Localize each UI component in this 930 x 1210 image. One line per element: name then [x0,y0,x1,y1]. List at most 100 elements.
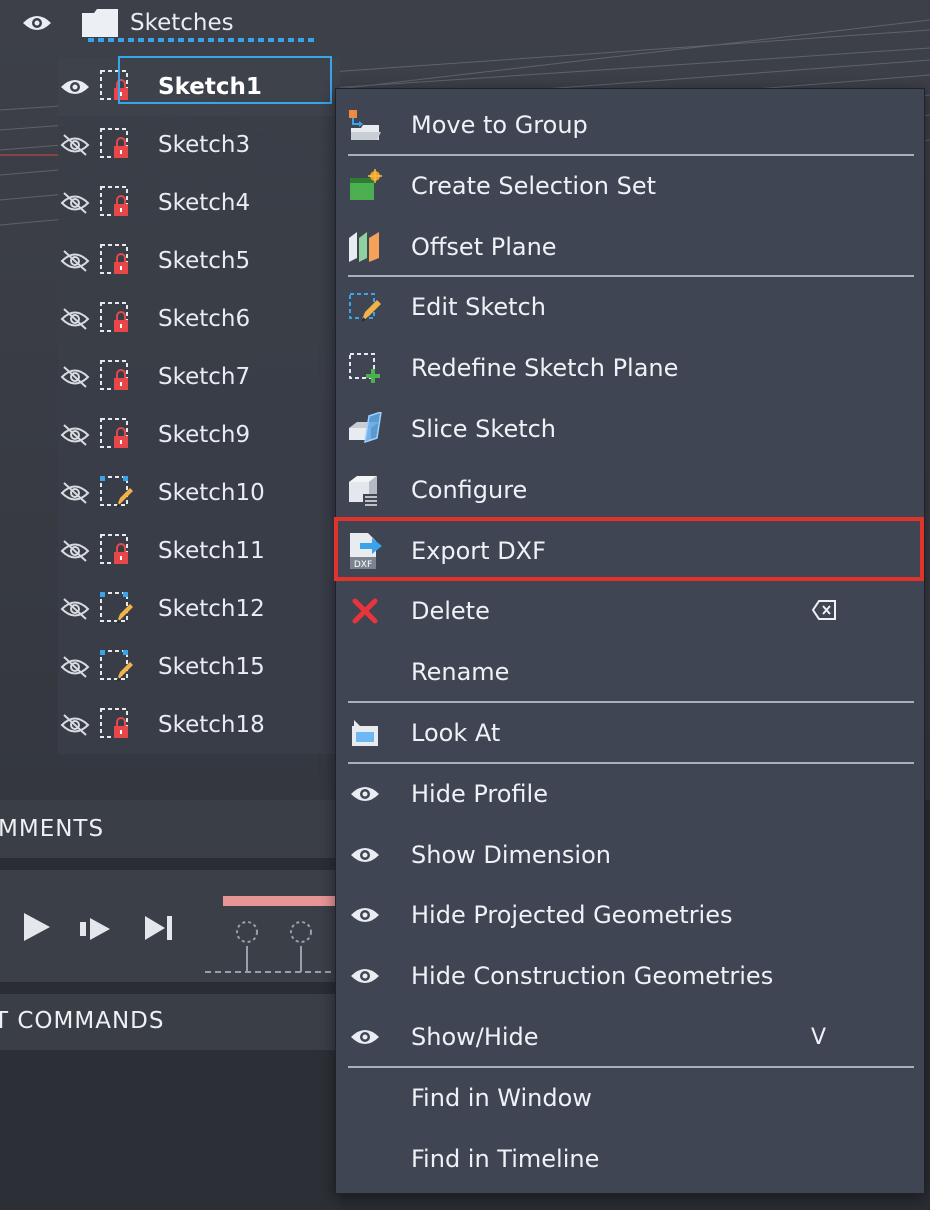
delete-x-icon [346,592,384,630]
folder-dashed-underline [88,38,318,42]
tree-item-sketch11[interactable]: Sketch11 [58,522,340,580]
folder-label: Sketches [130,10,234,36]
tree-item-sketch1[interactable]: Sketch1 [58,58,340,116]
eye-hidden-icon[interactable] [58,186,92,220]
tree-item-label: Sketch3 [158,132,251,158]
eye-icon [346,1018,384,1056]
tree-item-label: Sketch5 [158,248,251,274]
tree-item-label: Sketch6 [158,306,251,332]
comments-label: MMENTS [0,816,105,842]
menu-item-show-dimension[interactable]: Show Dimension [336,825,924,885]
sketch-locked-icon [96,125,136,165]
sketch-locked-icon [96,357,136,397]
skip-to-end-icon[interactable] [145,914,175,942]
eye-icon[interactable] [20,6,54,40]
tree-item-sketch3[interactable]: Sketch3 [58,116,340,174]
play-icon[interactable] [20,910,54,944]
tree-item-sketch4[interactable]: Sketch4 [58,174,340,232]
eye-hidden-icon[interactable] [58,534,92,568]
tree-item-sketch15[interactable]: Sketch15 [58,638,340,696]
sketch-locked-icon [96,241,136,281]
menu-item-look-at[interactable]: Look At [336,703,924,763]
selection-set-icon [346,167,384,205]
menu-item-label: Move to Group [411,111,588,139]
move-to-group-icon [346,106,384,144]
folder-row-sketches[interactable]: Sketches [20,0,320,46]
slice-sketch-icon [346,410,384,448]
tree-item-sketch5[interactable]: Sketch5 [58,232,340,290]
menu-item-label: Find in Timeline [411,1144,600,1173]
eye-icon[interactable] [58,70,92,104]
tree-item-sketch18[interactable]: Sketch18 [58,696,340,754]
eye-hidden-icon[interactable] [58,302,92,336]
menu-item-create-selection-set[interactable]: Create Selection Set [336,156,924,216]
sketch-edit-icon [96,589,136,629]
menu-item-label: Hide Profile [411,779,548,808]
menu-item-edit-sketch[interactable]: Edit Sketch [336,277,924,337]
eye-hidden-icon[interactable] [58,360,92,394]
sketch-locked-icon [96,531,136,571]
context-menu: Move to Group Create Selection Set Offset … [334,88,925,1194]
eye-icon [346,896,384,934]
sketch-locked-icon [96,183,136,223]
tree-item-label: Sketch9 [158,422,251,448]
edit-sketch-icon [346,288,384,326]
sketch-edit-icon [96,647,136,687]
tree-item-label: Sketch4 [158,190,251,216]
tree-item-sketch12[interactable]: Sketch12 [58,580,340,638]
offset-plane-icon [346,228,384,266]
menu-item-hide-construction-geometries[interactable]: Hide Construction Geometries [336,946,924,1006]
menu-item-label: Hide Projected Geometries [411,901,733,930]
eye-hidden-icon[interactable] [58,592,92,626]
eye-hidden-icon[interactable] [58,708,92,742]
eye-hidden-icon[interactable] [58,650,92,684]
eye-hidden-icon[interactable] [58,418,92,452]
menu-item-label: Delete [411,597,490,626]
menu-item-redefine-sketch-plane[interactable]: Redefine Sketch Plane [336,338,924,398]
eye-hidden-icon[interactable] [58,476,92,510]
sketch-locked-icon [96,67,136,107]
tree-item-label: Sketch11 [158,538,265,564]
tree-item-label: Sketch7 [158,364,251,390]
tree-item-sketch9[interactable]: Sketch9 [58,406,340,464]
menu-item-rename[interactable]: Rename [336,642,924,702]
tree-item-label: Sketch10 [158,480,265,506]
menu-item-find-in-window[interactable]: Find in Window [336,1068,924,1128]
menu-item-move-to-group[interactable]: Move to Group [336,95,924,155]
eye-icon [346,836,384,874]
menu-item-slice-sketch[interactable]: Slice Sketch [336,399,924,459]
commands-label: T COMMANDS [0,1008,165,1034]
eye-hidden-icon[interactable] [58,244,92,278]
eye-hidden-icon[interactable] [58,128,92,162]
menu-item-label: Offset Plane [411,232,557,261]
redefine-plane-icon [346,349,384,387]
shortcut-key: V [811,1024,827,1050]
tree-item-label: Sketch1 [158,74,262,100]
menu-item-show-hide[interactable]: Show/Hide V [336,1007,924,1067]
export-dxf-highlight [334,517,924,581]
tree-item-sketch6[interactable]: Sketch6 [58,290,340,348]
timeline-features[interactable] [205,896,340,976]
sketch-locked-icon [96,415,136,455]
commands-panel-header[interactable]: T COMMANDS [0,994,340,1050]
menu-item-label: Hide Construction Geometries [411,962,774,991]
tree-item-sketch7[interactable]: Sketch7 [58,348,340,406]
menu-item-label: Redefine Sketch Plane [411,354,679,383]
menu-item-configure[interactable]: Configure [336,460,924,520]
menu-item-offset-plane[interactable]: Offset Plane [336,217,924,277]
menu-item-find-in-timeline[interactable]: Find in Timeline [336,1129,924,1189]
browser-tree: Sketches Sketch1 Sketch3 Sketch4 Sketch5 Ske… [0,0,340,754]
tree-item-label: Sketch18 [158,712,265,738]
backspace-key-icon [811,599,837,627]
menu-item-hide-profile[interactable]: Hide Profile [336,764,924,824]
folder-icon [80,6,120,40]
eye-icon [346,957,384,995]
menu-item-delete[interactable]: Delete [336,581,924,641]
step-forward-icon[interactable] [80,918,120,940]
menu-item-hide-projected-geometries[interactable]: Hide Projected Geometries [336,885,924,945]
tree-item-label: Sketch12 [158,596,265,622]
menu-item-label: Find in Window [411,1083,592,1112]
menu-item-label: Edit Sketch [411,293,546,322]
tree-item-sketch10[interactable]: Sketch10 [58,464,340,522]
comments-panel-header[interactable]: MMENTS [0,800,340,860]
